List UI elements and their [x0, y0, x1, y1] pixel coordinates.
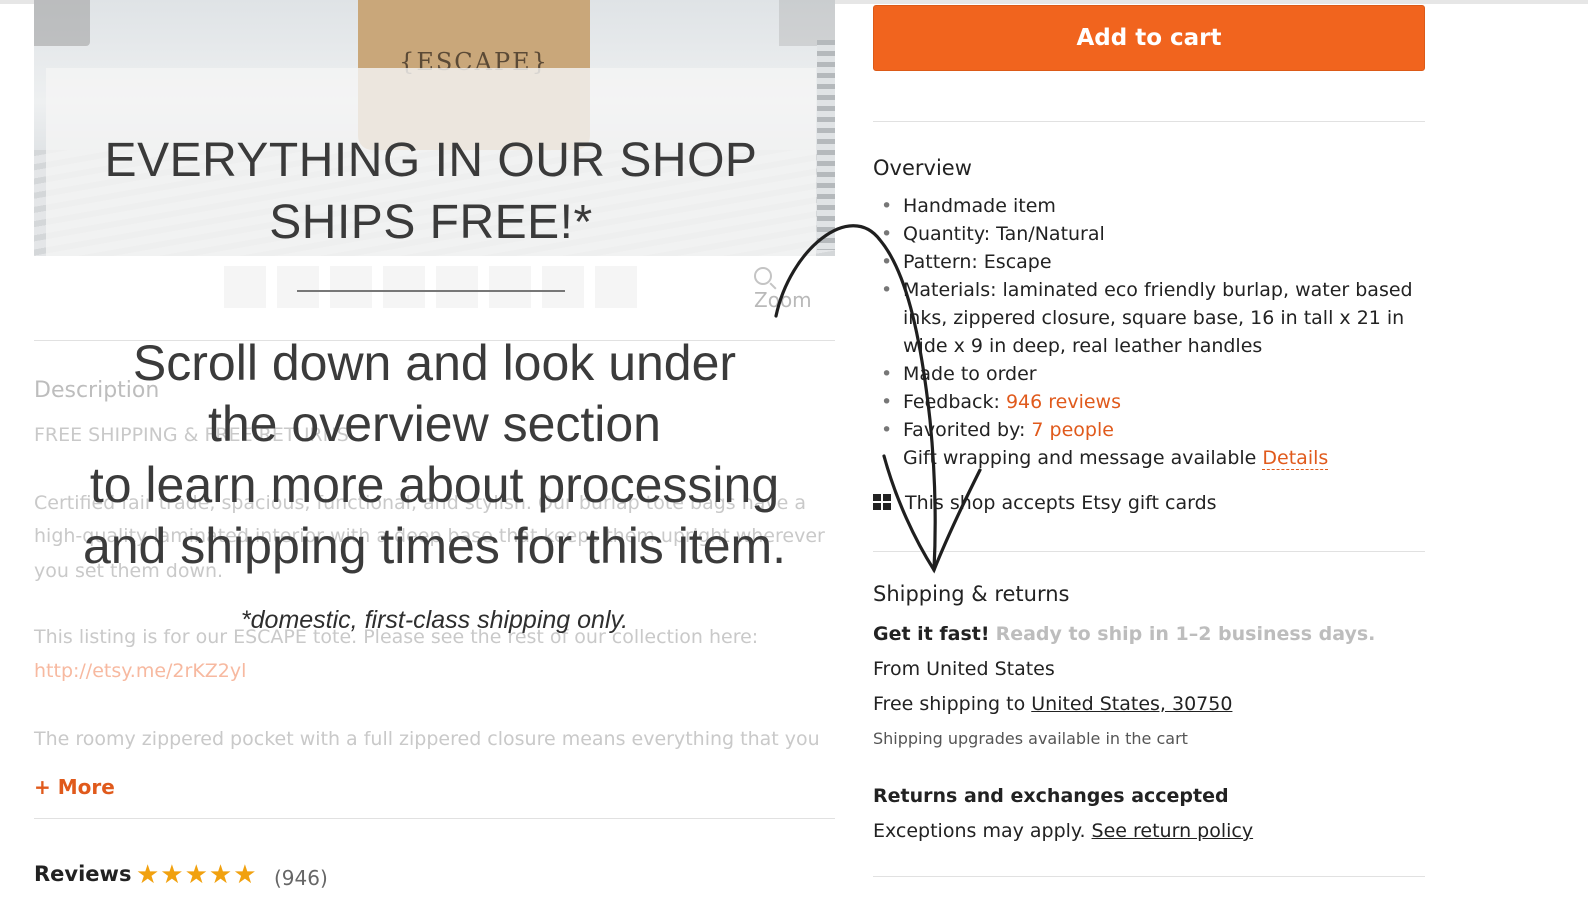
gift-cards-note: This shop accepts Etsy gift cards [873, 492, 1217, 514]
listing-right-column: Add to cart Overview Handmade item Quant… [873, 0, 1425, 898]
thumbnail[interactable] [383, 266, 425, 308]
feedback-label: Feedback: [903, 391, 1000, 413]
collection-link[interactable]: http://etsy.me/2rKZ2yl [34, 660, 246, 682]
overview-item-favorited: Favorited by: 7 people [881, 416, 1421, 444]
more-button[interactable]: + More [34, 775, 115, 799]
reviews-heading: Reviews [34, 862, 132, 886]
thumbnail[interactable] [277, 266, 319, 308]
shipping-location-link[interactable]: United States, 30750 [1031, 693, 1232, 715]
overlay-line1: Scroll down and look under [132, 335, 737, 391]
exceptions-label: Exceptions may apply. [873, 820, 1086, 842]
overlay-note: *domestic, first-class shipping only. [240, 606, 629, 634]
free-shipping-line: Free shipping to United States, 30750 [873, 693, 1232, 715]
overview-item: Handmade item [881, 192, 1421, 220]
overview-title: Overview [873, 156, 972, 180]
review-count[interactable]: (946) [274, 866, 328, 890]
thumbnail[interactable] [542, 266, 584, 308]
gift-wrap-label: Gift wrapping and message available [903, 447, 1257, 469]
thumbnail[interactable] [224, 266, 266, 308]
shipping-upgrades: Shipping upgrades available in the cart [873, 729, 1188, 748]
divider [873, 121, 1425, 122]
overview-item: Materials: laminated eco friendly burlap… [881, 276, 1421, 360]
returns-title: Returns and exchanges accepted [873, 785, 1229, 807]
promo-title-line2: SHIPS FREE!* [269, 196, 593, 249]
overlay-line4: and shipping times for this item. [82, 518, 787, 574]
overview-item-feedback: Feedback: 946 reviews [881, 388, 1421, 416]
overlay-line2: the overview section [207, 396, 661, 452]
ship-fast-detail: Ready to ship in 1–2 business days. [995, 623, 1376, 645]
image-edge-texture [817, 40, 835, 250]
overview-item: Pattern: Escape [881, 248, 1421, 276]
ship-fast-line: Get it fast! Ready to ship in 1–2 busine… [873, 623, 1375, 645]
gift-card-icon [873, 494, 891, 510]
star-rating: ★★★★★ [136, 860, 258, 890]
thumbnail[interactable] [595, 266, 637, 308]
divider [873, 876, 1425, 877]
feedback-link[interactable]: 946 reviews [1006, 391, 1121, 413]
prev-image-button[interactable] [34, 0, 90, 46]
underline-divider [297, 290, 565, 292]
add-to-cart-button[interactable]: Add to cart [873, 5, 1425, 71]
favorited-link[interactable]: 7 people [1031, 419, 1114, 441]
image-thumbnails [224, 266, 637, 310]
zoom-button[interactable]: Zoom [754, 264, 835, 312]
return-policy-link[interactable]: See return policy [1092, 820, 1254, 842]
divider [34, 818, 835, 819]
overlay-line3: to learn more about processing [89, 457, 780, 513]
overview-list: Handmade item Quantity: Tan/Natural Patt… [881, 192, 1421, 472]
promo-title: EVERYTHING IN OUR SHOP SHIPS FREE!* [46, 130, 816, 254]
thumbnail[interactable] [330, 266, 372, 308]
promo-title-line1: EVERYTHING IN OUR SHOP [104, 134, 758, 187]
gift-wrap-details-link[interactable]: Details [1262, 447, 1329, 470]
divider [873, 551, 1425, 552]
free-shipping-label: Free shipping to [873, 693, 1026, 715]
zoom-label: Zoom [754, 288, 812, 312]
favorited-label: Favorited by: [903, 419, 1026, 441]
ship-from: From United States [873, 658, 1055, 680]
description-line: The roomy zippered pocket with a full zi… [34, 728, 820, 750]
overview-item: Made to order [881, 360, 1421, 388]
thumbnail[interactable] [489, 266, 531, 308]
shipping-title: Shipping & returns [873, 582, 1070, 606]
gift-cards-text: This shop accepts Etsy gift cards [905, 492, 1217, 514]
thumbnail[interactable] [436, 266, 478, 308]
search-icon [754, 267, 772, 285]
overview-item-gift-wrap: Gift wrapping and message available Deta… [881, 444, 1421, 472]
ship-fast-label: Get it fast! [873, 623, 990, 645]
overview-item: Quantity: Tan/Natural [881, 220, 1421, 248]
returns-line: Exceptions may apply. See return policy [873, 820, 1253, 842]
